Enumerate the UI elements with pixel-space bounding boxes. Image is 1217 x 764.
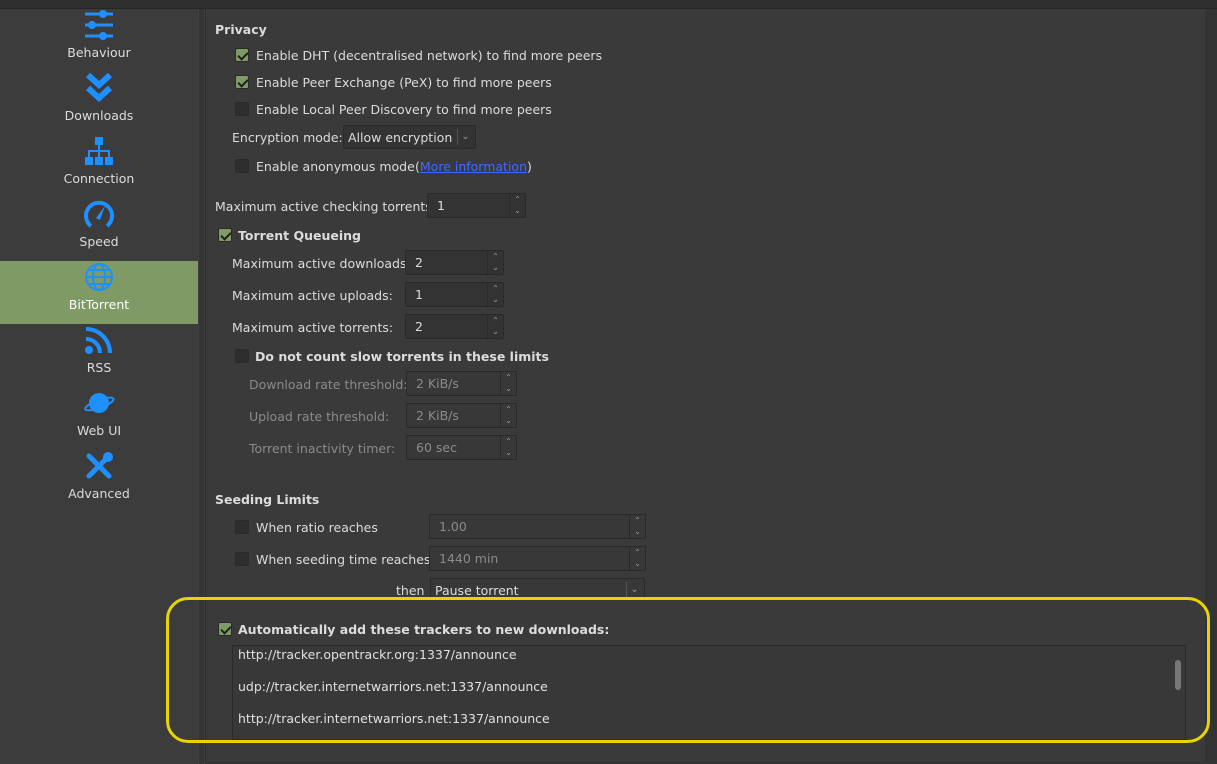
spin-arrows-icon[interactable]: ⌃ ⌄ [487,315,503,338]
seeding-time-value: 1440 min [439,551,499,566]
seeding-action-select[interactable]: Pause torrent ⌄ [430,578,645,598]
seeding-time-label[interactable]: When seeding time reaches [256,552,430,567]
seeding-limits-heading: Seeding Limits [215,492,320,507]
sidebar-item-speed[interactable]: Speed [0,198,198,261]
sliders-icon [85,10,113,40]
privacy-heading: Privacy [215,22,267,37]
seeding-time-checkbox[interactable] [235,552,249,566]
lpd-label[interactable]: Enable Local Peer Discovery to find more… [256,102,552,117]
encryption-label: Encryption mode: [232,130,343,145]
download-threshold-label: Download rate threshold: [249,377,408,392]
highlight-annotation [166,597,1210,743]
sidebar-item-label: Advanced [68,486,130,501]
globe-icon [85,263,113,291]
download-threshold-value: 2 KiB/s [416,376,459,391]
sidebar-item-label: Connection [63,171,135,186]
paren-close: ) [527,159,532,174]
chevron-down-icon: ⌄ [626,582,642,597]
max-downloads-label: Maximum active downloads: [232,256,411,271]
sidebar-item-label: RSS [86,360,112,375]
ratio-checkbox[interactable] [235,520,249,534]
spin-arrows-icon[interactable]: ⌃ ⌄ [509,194,525,217]
upload-threshold-label: Upload rate threshold: [249,409,390,424]
double-chevron-down-icon [85,72,113,103]
then-label: then [396,583,425,598]
max-checking-value: 1 [437,198,445,213]
rss-icon [85,327,112,354]
max-torrents-spinbox[interactable]: 2 ⌃ ⌄ [405,314,504,339]
spin-arrows-icon[interactable]: ⌃ ⌄ [500,436,516,459]
inactivity-timer-label: Torrent inactivity timer: [249,441,396,456]
max-downloads-spinbox[interactable]: 2 ⌃ ⌄ [405,250,504,275]
sidebar-item-rss[interactable]: RSS [0,324,198,387]
ratio-label[interactable]: When ratio reaches [256,520,378,535]
download-threshold-spinbox[interactable]: 2 KiB/s ⌃ ⌄ [406,371,517,396]
upload-threshold-spinbox[interactable]: 2 KiB/s ⌃ ⌄ [406,403,517,428]
spin-arrows-icon[interactable]: ⌃ ⌄ [500,372,516,395]
pex-label[interactable]: Enable Peer Exchange (PeX) to find more … [256,75,552,90]
dht-label[interactable]: Enable DHT (decentralised network) to fi… [256,48,602,63]
speedometer-icon [84,200,114,228]
sidebar-item-web-ui[interactable]: Web UI [0,387,198,450]
max-checking-label: Maximum active checking torrents: [215,199,437,214]
dht-checkbox[interactable] [235,48,249,62]
tools-icon [86,452,113,479]
inactivity-timer-spinbox[interactable]: 60 sec ⌃ ⌄ [406,435,517,460]
sidebar-item-downloads[interactable]: Downloads [0,72,198,135]
encryption-mode-value: Allow encryption [348,130,453,145]
max-uploads-spinbox[interactable]: 1 ⌃ ⌄ [405,282,504,307]
sidebar-item-label: BitTorrent [68,297,130,312]
ratio-spinbox[interactable]: 1.00 ⌃ ⌄ [429,514,646,539]
spin-arrows-icon[interactable]: ⌃ ⌄ [487,283,503,306]
anonymous-mode-label[interactable]: Enable anonymous mode [256,159,415,174]
sidebar-item-label: Speed [79,234,119,249]
max-uploads-value: 1 [415,287,423,302]
max-downloads-value: 2 [415,255,423,270]
upload-threshold-value: 2 KiB/s [416,408,459,423]
more-information-link[interactable]: More information [420,159,527,174]
sidebar-item-behaviour[interactable]: Behaviour [0,9,198,72]
top-bar [0,0,1217,9]
torrent-queueing-checkbox[interactable] [218,228,232,242]
seeding-action-value: Pause torrent [435,583,519,598]
inactivity-timer-value: 60 sec [416,440,457,455]
network-icon [85,137,113,165]
spin-arrows-icon[interactable]: ⌃ ⌄ [629,547,645,570]
sidebar-item-bittorrent[interactable]: BitTorrent [0,261,198,324]
sidebar-item-label: Downloads [64,108,134,123]
planet-icon [84,393,115,413]
slow-torrents-checkbox[interactable] [235,349,249,363]
slow-torrents-label[interactable]: Do not count slow torrents in these limi… [255,349,549,364]
chevron-down-icon: ⌄ [457,129,473,145]
pex-checkbox[interactable] [235,75,249,89]
torrent-queueing-label[interactable]: Torrent Queueing [238,228,361,243]
max-torrents-label: Maximum active torrents: [232,320,394,335]
max-torrents-value: 2 [415,319,423,334]
max-uploads-label: Maximum active uploads: [232,288,393,303]
spin-arrows-icon[interactable]: ⌃ ⌄ [487,251,503,274]
anonymous-mode-checkbox[interactable] [235,159,249,173]
spin-arrows-icon[interactable]: ⌃ ⌄ [629,515,645,538]
sidebar-item-label: Web UI [76,423,122,438]
sidebar-item-label: Behaviour [67,45,131,60]
encryption-mode-select[interactable]: Allow encryption ⌄ [343,125,476,149]
seeding-time-spinbox[interactable]: 1440 min ⌃ ⌄ [429,546,646,571]
spin-arrows-icon[interactable]: ⌃ ⌄ [500,404,516,427]
sidebar-item-advanced[interactable]: Advanced [0,450,198,513]
ratio-value: 1.00 [439,519,467,534]
lpd-checkbox[interactable] [235,102,249,116]
max-checking-spinbox[interactable]: 1 ⌃ ⌄ [427,193,526,218]
sidebar-item-connection[interactable]: Connection [0,135,198,198]
